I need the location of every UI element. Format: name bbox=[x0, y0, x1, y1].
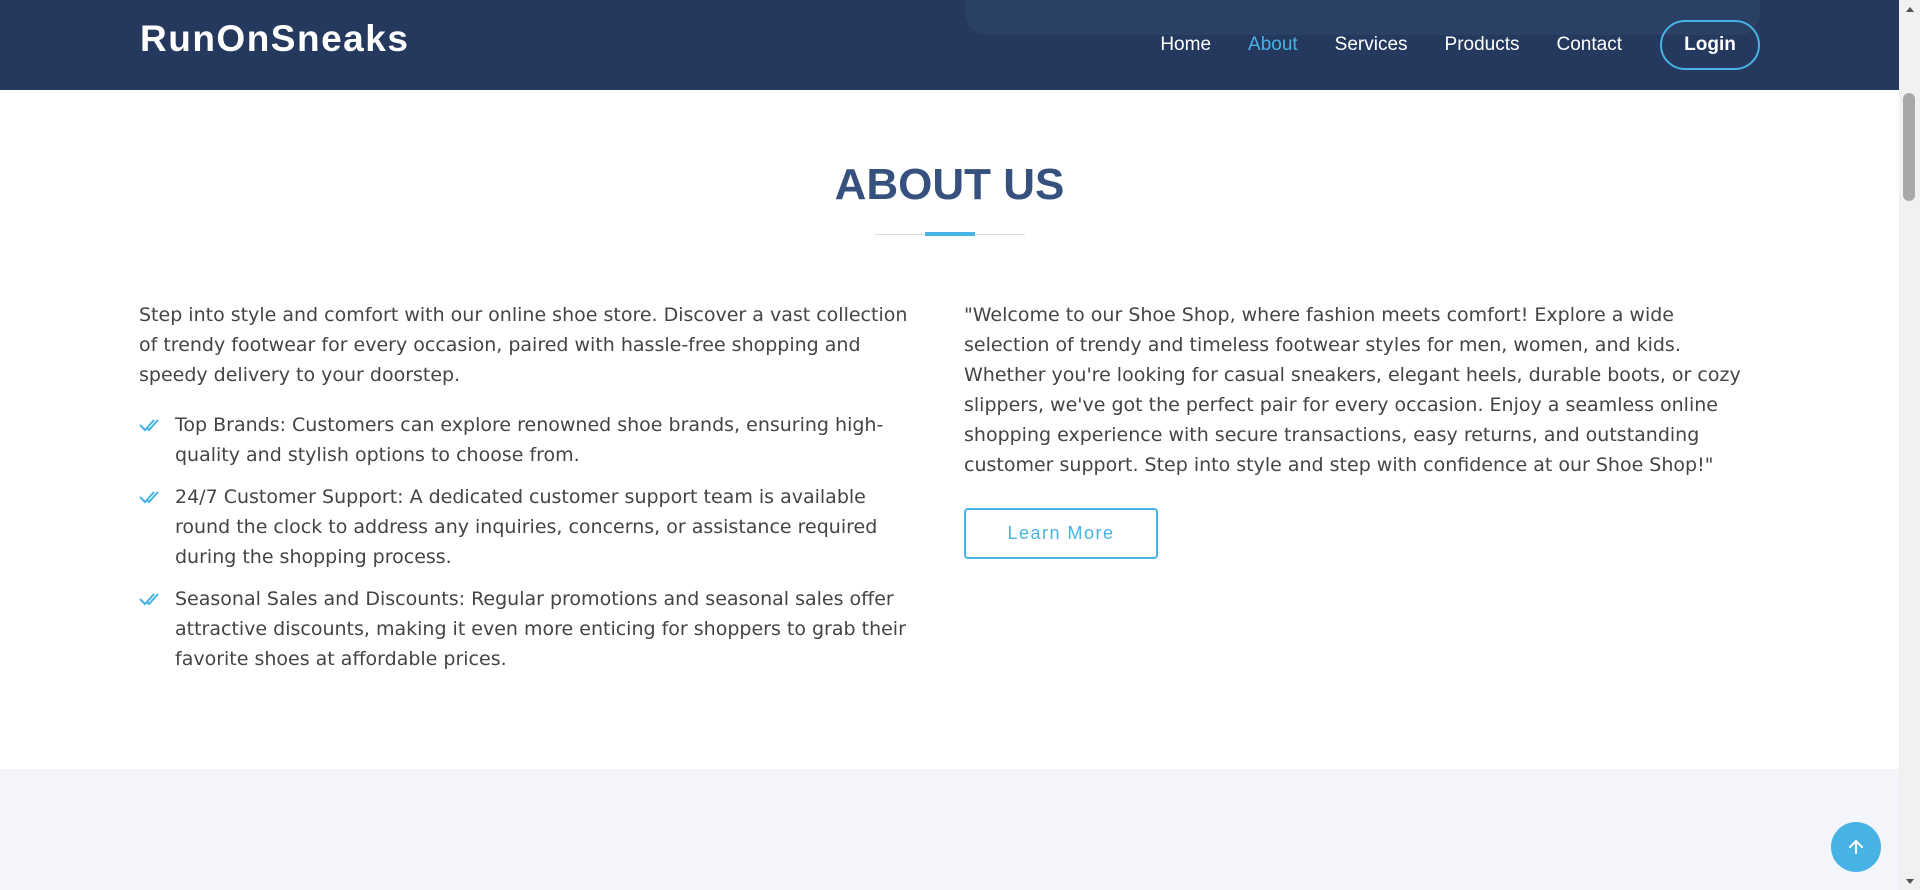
double-check-icon bbox=[139, 593, 159, 606]
feature-list: Top Brands: Customers can explore renown… bbox=[139, 410, 919, 674]
back-to-top-button[interactable] bbox=[1831, 822, 1881, 872]
next-section bbox=[0, 769, 1899, 890]
nav-about[interactable]: About bbox=[1248, 34, 1298, 56]
learn-more-button[interactable]: Learn More bbox=[964, 508, 1158, 559]
site-header: RunOnSneaks Home About Services Products… bbox=[0, 0, 1899, 90]
page: RunOnSneaks Home About Services Products… bbox=[0, 0, 1899, 890]
double-check-icon bbox=[139, 491, 159, 504]
feature-item-top-brands: Top Brands: Customers can explore renown… bbox=[139, 410, 919, 470]
arrow-up-icon bbox=[1849, 840, 1863, 854]
feature-item-sales: Seasonal Sales and Discounts: Regular pr… bbox=[139, 584, 919, 674]
nav-products[interactable]: Products bbox=[1445, 34, 1520, 56]
nav-services[interactable]: Services bbox=[1335, 34, 1408, 56]
feature-item-support: 24/7 Customer Support: A dedicated custo… bbox=[139, 482, 919, 572]
site-logo[interactable]: RunOnSneaks bbox=[140, 18, 409, 60]
feature-text: 24/7 Customer Support: A dedicated custo… bbox=[175, 486, 878, 568]
scroll-thumb[interactable] bbox=[1903, 93, 1915, 201]
nav-home[interactable]: Home bbox=[1160, 34, 1211, 56]
section-title: ABOUT US bbox=[834, 160, 1065, 209]
feature-text: Seasonal Sales and Discounts: Regular pr… bbox=[175, 588, 906, 670]
title-underline bbox=[925, 232, 975, 236]
about-intro: Step into style and comfort with our onl… bbox=[139, 304, 908, 386]
main-nav: Home About Services Products Contact Log… bbox=[1123, 0, 1760, 90]
about-right-column: "Welcome to our Shoe Shop, where fashion… bbox=[964, 300, 1764, 480]
scroll-up-arrow-icon[interactable] bbox=[1899, 0, 1920, 17]
nav-contact[interactable]: Contact bbox=[1557, 34, 1622, 56]
feature-text: Top Brands: Customers can explore renown… bbox=[175, 414, 884, 466]
page-scrollbar[interactable] bbox=[1899, 0, 1920, 890]
about-quote: "Welcome to our Shoe Shop, where fashion… bbox=[964, 304, 1741, 476]
double-check-icon bbox=[139, 419, 159, 432]
scroll-down-arrow-icon[interactable] bbox=[1899, 873, 1920, 890]
about-left-column: Step into style and comfort with our onl… bbox=[139, 300, 919, 686]
login-button[interactable]: Login bbox=[1660, 20, 1760, 70]
